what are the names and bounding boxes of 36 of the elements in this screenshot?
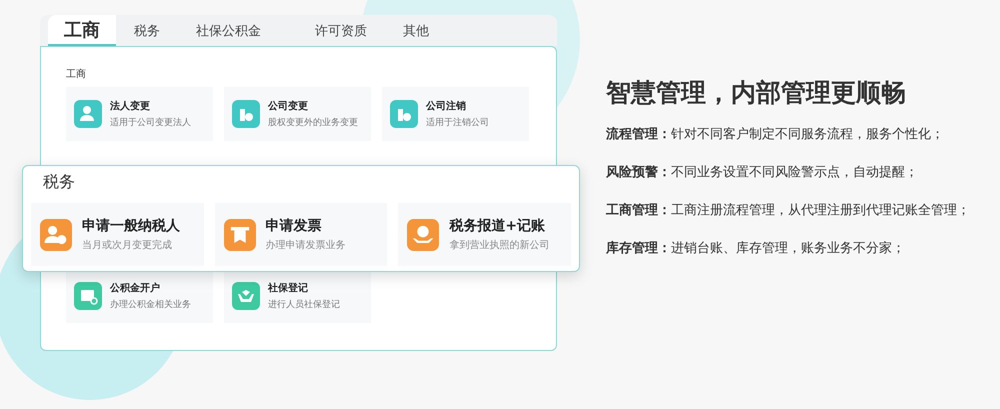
card-title: 申请发票 <box>266 217 323 235</box>
tab[interactable]: 许可资质 <box>297 15 385 46</box>
card-description: 当月或次月变更完成 <box>82 238 173 252</box>
card-description: 进行人员社保登记 <box>268 298 340 311</box>
feature-text: 风险预警：不同业务设置不同风险警示点，自动提醒； <box>606 164 919 181</box>
tab[interactable]: 工商 <box>48 15 116 46</box>
popup-title: 税务 <box>42 172 76 193</box>
card-title: 公积金开户 <box>110 281 161 295</box>
card-title: 法人变更 <box>110 99 151 113</box>
card-description: 股权变更外的业务变更 <box>268 116 358 129</box>
service-card[interactable]: 申请一般纳税人 当月或次月变更完成 <box>31 203 204 266</box>
tab[interactable]: 税务 <box>116 15 178 46</box>
service-card[interactable]: 公司注销 适用于注销公司 <box>382 87 529 141</box>
section-title: 工商 <box>66 68 87 81</box>
tab[interactable]: 其他 <box>385 15 447 46</box>
service-card[interactable]: 法人变更 适用于公司变更法人 <box>66 87 213 141</box>
card-description: 适用于公司变更法人 <box>110 116 191 129</box>
card-title: 公司注销 <box>426 99 467 113</box>
service-card[interactable]: 社保登记 进行人员社保登记 <box>224 269 371 323</box>
feature-text: 工商管理：工商注册流程管理，从代理注册到代理记账全管理； <box>606 202 970 219</box>
card-title: 税务报道+记账 <box>449 217 546 235</box>
card-title: 社保登记 <box>268 282 309 295</box>
card-title: 公司变更 <box>268 99 309 113</box>
card-description: 办理公积金相关业务 <box>110 298 191 311</box>
service-card[interactable]: 税务报道+记账 拿到营业执照的新公司 <box>398 203 572 266</box>
service-card[interactable]: 申请发票 办理申请发票业务 <box>214 203 388 266</box>
card-description: 适用于注销公司 <box>426 116 489 129</box>
headline: 智慧管理，内部管理更顺畅 <box>606 77 907 109</box>
service-card[interactable]: 公司变更 股权变更外的业务变更 <box>224 87 371 141</box>
service-card[interactable]: 公积金开户 办理公积金相关业务 <box>66 269 213 323</box>
card-description: 拿到营业执照的新公司 <box>449 238 550 252</box>
feature-text: 库存管理：进销台账、库存管理，账务业务不分家； <box>606 240 906 257</box>
card-title: 申请一般纳税人 <box>82 217 180 235</box>
card-description: 办理申请发票业务 <box>266 238 346 252</box>
feature-text: 流程管理：针对不同客户制定不同服务流程，服务个性化； <box>606 126 945 143</box>
tab[interactable]: 社保公积金 <box>178 15 279 46</box>
